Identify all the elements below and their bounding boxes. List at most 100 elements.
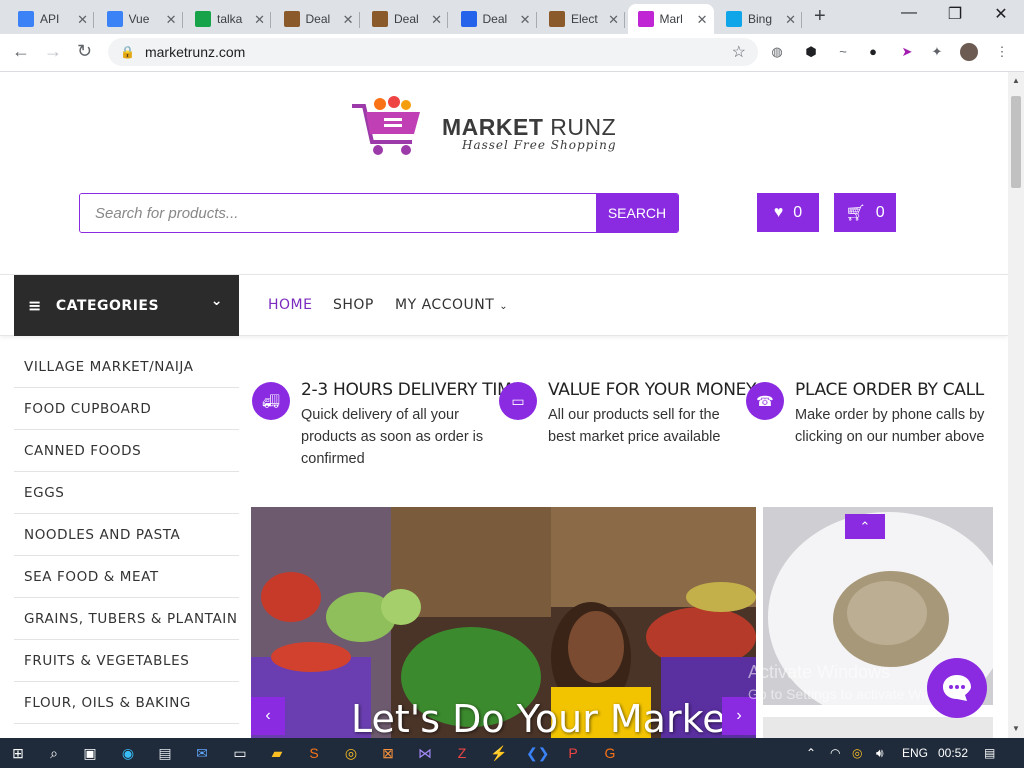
browser-tab[interactable]: Elect ✕: [539, 4, 625, 34]
tab-title: Elect: [571, 12, 598, 26]
scroll-to-top-button[interactable]: ⌃: [845, 514, 885, 539]
tray-chevron-up-icon[interactable]: ⌃: [806, 746, 816, 760]
scroll-down-arrow-icon[interactable]: ▼: [1012, 724, 1020, 733]
scrollbar-thumb[interactable]: [1011, 96, 1021, 188]
nav-home[interactable]: HOME: [268, 297, 312, 313]
tab-close-icon[interactable]: ✕: [520, 12, 531, 28]
browser-tab[interactable]: Bing ✕: [716, 4, 802, 34]
category-item[interactable]: VILLAGE MARKET/NAIJA: [14, 346, 239, 388]
task-view-icon[interactable]: ▣: [80, 743, 100, 763]
category-item[interactable]: FLOUR, OILS & BAKING: [14, 682, 239, 724]
tab-close-icon[interactable]: ✕: [166, 12, 177, 28]
windows-start-icon[interactable]: ⊞: [8, 743, 28, 763]
volume-icon[interactable]: 🔊︎: [876, 746, 884, 761]
scroll-up-arrow-icon[interactable]: ▲: [1012, 76, 1020, 85]
powerpoint-icon[interactable]: P: [563, 743, 583, 763]
category-item[interactable]: NOODLES AND PASTA: [14, 514, 239, 556]
search-button[interactable]: SEARCH: [596, 194, 678, 232]
slider-next-button[interactable]: ›: [722, 697, 756, 735]
bomb-extension-icon[interactable]: ●: [864, 43, 882, 61]
slider-prev-button[interactable]: ‹: [251, 697, 285, 735]
cube-extension-icon[interactable]: ⬢: [802, 43, 820, 61]
network-tool-icon[interactable]: ⚡: [489, 743, 509, 763]
nav-my-account[interactable]: MY ACCOUNT ⌄: [395, 297, 508, 313]
language-indicator[interactable]: ENG: [902, 746, 928, 760]
forward-arrow-icon[interactable]: →: [44, 41, 62, 62]
browser-tab[interactable]: Deal ✕: [451, 4, 537, 34]
category-item[interactable]: SEA FOOD & MEAT: [14, 556, 239, 598]
wishlist-button[interactable]: ♥ 0: [757, 193, 819, 232]
minimize-button[interactable]: —: [886, 4, 932, 22]
mail-icon[interactable]: ✉: [192, 743, 212, 763]
category-item[interactable]: GRAINS, TUBERS & PLANTAIN: [14, 598, 239, 640]
tab-favicon-icon: [106, 11, 123, 27]
profile-avatar-icon[interactable]: [960, 43, 978, 61]
edge-icon[interactable]: ◉: [118, 743, 138, 763]
category-item[interactable]: FRUITS & VEGETABLES: [14, 640, 239, 682]
wifi-icon[interactable]: ◠: [830, 746, 840, 760]
cart-button[interactable]: 🛒︎ 0: [834, 193, 896, 232]
lock-icon: 🔒: [120, 45, 135, 59]
url-text: marketrunz.com: [144, 44, 246, 60]
categories-toggle[interactable]: ≡ CATEGORIES ⌄: [14, 275, 239, 336]
tab-close-icon[interactable]: ✕: [697, 12, 708, 28]
wishlist-count: 0: [793, 203, 803, 221]
browser-tab[interactable]: talka ✕: [185, 4, 271, 34]
chat-button[interactable]: [927, 658, 987, 718]
tab-close-icon[interactable]: ✕: [343, 12, 354, 28]
browser-tab[interactable]: Deal ✕: [274, 4, 360, 34]
browser-tab[interactable]: Deal ✕: [362, 4, 448, 34]
tab-separator: [535, 12, 537, 28]
sublime-icon[interactable]: S: [304, 743, 324, 763]
tray-chrome-icon[interactable]: ◎: [852, 746, 862, 760]
browser-tab[interactable]: API ✕: [8, 4, 94, 34]
url-field[interactable]: 🔒 marketrunz.com ☆: [108, 38, 758, 66]
tab-close-icon[interactable]: ✕: [77, 12, 88, 28]
nav-my-account-label: MY ACCOUNT: [395, 297, 495, 313]
tab-close-icon[interactable]: ✕: [608, 12, 619, 28]
send-extension-icon[interactable]: ➤: [898, 43, 916, 61]
slider-headline: Let's Do Your Market Runz: [351, 697, 756, 738]
vscode-icon[interactable]: ❮❯: [526, 743, 549, 763]
reload-icon[interactable]: ↻: [77, 41, 92, 62]
puzzle-extensions-icon[interactable]: ✦: [928, 43, 946, 61]
tab-close-icon[interactable]: ✕: [431, 12, 442, 28]
nav-shop[interactable]: SHOP: [333, 297, 374, 313]
xampp-icon[interactable]: ⊠: [378, 743, 398, 763]
clock[interactable]: 00:52: [938, 746, 968, 760]
tab-title: Deal: [305, 12, 331, 26]
hamburger-icon: ≡: [28, 296, 42, 315]
logo-wordmark: MARKET RUNZ: [442, 114, 617, 140]
chrome-icon[interactable]: ◎: [341, 743, 361, 763]
search-icon[interactable]: ⌕: [44, 743, 64, 763]
visual-studio-icon[interactable]: ⋈: [415, 743, 435, 763]
category-item[interactable]: CANNED FOODS: [14, 430, 239, 472]
page-scrollbar[interactable]: ▲ ▼: [1008, 72, 1024, 738]
store-icon[interactable]: ▤: [155, 743, 175, 763]
tab-close-icon[interactable]: ✕: [254, 12, 265, 28]
browser-tab[interactable]: Vue ✕: [97, 4, 183, 34]
terminal-icon[interactable]: ▭: [230, 743, 250, 763]
side-banner-second[interactable]: [763, 717, 993, 738]
file-explorer-icon[interactable]: ▰: [267, 743, 287, 763]
tab-separator: [270, 12, 271, 28]
new-tab-button[interactable]: +: [814, 5, 826, 28]
close-window-button[interactable]: ✕: [978, 4, 1024, 24]
tab-title: Deal: [482, 12, 508, 26]
back-arrow-icon[interactable]: ←: [12, 41, 30, 62]
site-logo[interactable]: MARKET RUNZ Hassel Free Shopping: [350, 94, 640, 160]
wave-extension-icon[interactable]: ~: [834, 43, 852, 61]
tab-close-icon[interactable]: ✕: [785, 12, 796, 28]
globe-extension-icon[interactable]: ◍: [768, 43, 786, 61]
app-g-icon[interactable]: G: [600, 743, 620, 763]
category-item[interactable]: EGGS: [14, 472, 239, 514]
search-input[interactable]: [80, 194, 596, 232]
notifications-icon[interactable]: ▤: [984, 746, 995, 760]
category-item[interactable]: FOOD CUPBOARD: [14, 388, 239, 430]
menu-kebab-icon[interactable]: ⋮: [993, 43, 1011, 61]
bookmark-star-icon[interactable]: ☆: [732, 42, 746, 62]
filezilla-icon[interactable]: Z: [452, 743, 472, 763]
browser-tab[interactable]: Marl ✕: [627, 4, 714, 34]
chat-bubble-icon: [943, 675, 971, 701]
restore-button[interactable]: ❐: [932, 4, 978, 24]
